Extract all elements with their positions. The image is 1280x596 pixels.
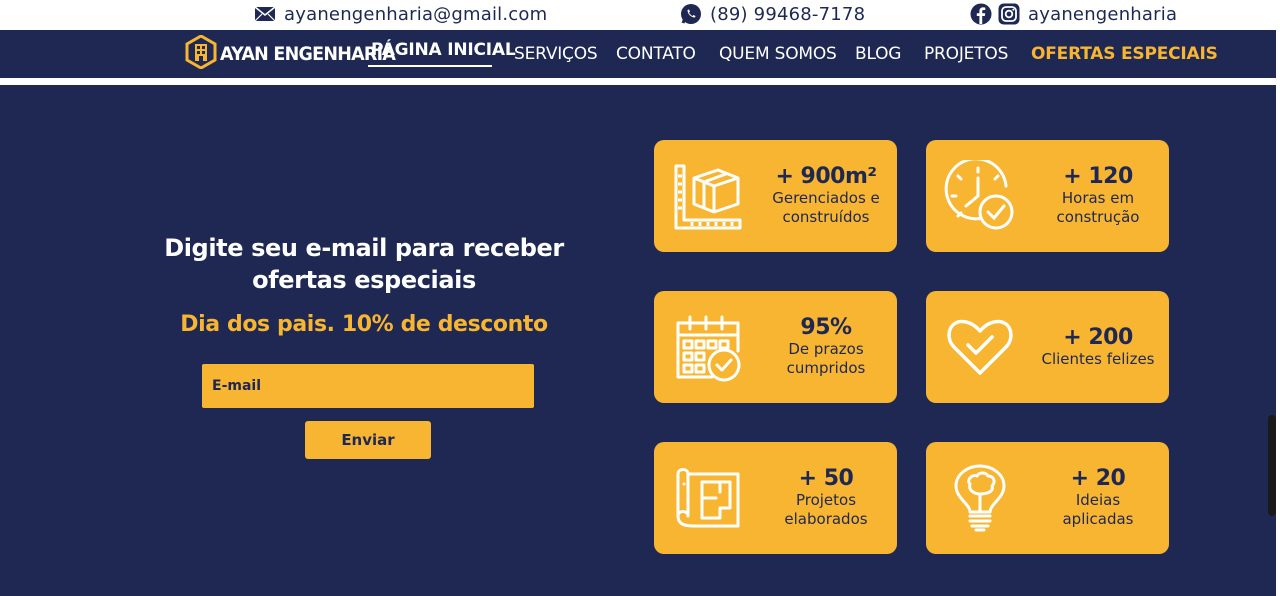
stat-card-deadlines: 95% De prazos cumpridos bbox=[654, 291, 897, 403]
social-links: ayanengenharia bbox=[970, 3, 1177, 25]
heart-check-icon bbox=[944, 311, 1016, 383]
stat-label: Clientes felizes bbox=[1041, 349, 1155, 368]
cube-plan-icon bbox=[672, 160, 744, 232]
social-handle: ayanengenharia bbox=[1028, 3, 1178, 25]
nav-contact[interactable]: CONTATO bbox=[616, 44, 696, 64]
nav-blog[interactable]: BLOG bbox=[855, 44, 901, 64]
envelope-icon bbox=[254, 6, 276, 22]
lightbulb-icon bbox=[944, 462, 1016, 534]
calendar-check-icon bbox=[672, 311, 744, 383]
nav-home[interactable]: PÁGINA INICIAL bbox=[371, 40, 516, 60]
submit-button[interactable]: Enviar bbox=[305, 421, 431, 459]
contact-phone-text: (89) 99468-7178 bbox=[710, 3, 866, 25]
stat-label: Ideias aplicadas bbox=[1062, 491, 1134, 528]
whatsapp-icon bbox=[680, 3, 702, 25]
nav-about[interactable]: QUEM SOMOS bbox=[719, 44, 837, 64]
stat-card-area: + 900m² Gerenciados e construídos bbox=[654, 140, 897, 252]
contact-email-text: ayanengenharia@gmail.com bbox=[284, 3, 548, 25]
signup-heading: Digite seu e-mail para receber ofertas e… bbox=[164, 234, 564, 294]
stat-card-hours: + 120 Horas em construção bbox=[926, 140, 1169, 252]
stat-card-ideas: + 20 Ideias aplicadas bbox=[926, 442, 1169, 554]
stat-label: Horas em construção bbox=[1056, 189, 1140, 226]
scrollbar-thumb[interactable] bbox=[1268, 415, 1276, 516]
stat-card-clients: + 200 Clientes felizes bbox=[926, 291, 1169, 403]
logo-text: AYAN ENGENHARIA bbox=[220, 43, 396, 65]
stat-value: + 20 bbox=[1070, 466, 1126, 491]
instagram-icon[interactable] bbox=[998, 3, 1020, 25]
clock-check-icon bbox=[944, 160, 1016, 232]
stat-label: Projetos elaborados bbox=[784, 491, 868, 528]
nav-special-offers[interactable]: OFERTAS ESPECIAIS bbox=[1031, 44, 1218, 64]
stat-value: + 900m² bbox=[775, 164, 877, 189]
logo-hexagon-icon bbox=[185, 34, 217, 73]
scrollbar-track bbox=[1276, 30, 1280, 596]
nav-projects[interactable]: PROJETOS bbox=[924, 44, 1008, 64]
contact-email[interactable]: ayanengenharia@gmail.com bbox=[254, 3, 547, 25]
nav-services[interactable]: SERVIÇOS bbox=[514, 44, 598, 64]
nav-divider bbox=[0, 78, 1280, 85]
stat-label: Gerenciados e construídos bbox=[772, 189, 880, 226]
active-nav-indicator bbox=[368, 65, 492, 67]
stat-value: + 120 bbox=[1063, 164, 1133, 189]
stat-card-projects: + 50 Projetos elaborados bbox=[654, 442, 897, 554]
promo-text: Dia dos pais. 10% de desconto bbox=[180, 312, 548, 337]
stat-value: 95% bbox=[800, 315, 852, 340]
email-field[interactable] bbox=[202, 364, 534, 408]
contact-bar: ayanengenharia@gmail.com (89) 99468-7178… bbox=[0, 0, 1280, 30]
blueprint-icon bbox=[672, 462, 744, 534]
facebook-icon[interactable] bbox=[970, 3, 992, 25]
stat-value: + 200 bbox=[1063, 324, 1133, 350]
contact-phone[interactable]: (89) 99468-7178 bbox=[680, 3, 865, 25]
main-nav: AYAN ENGENHARIA PÁGINA INICIAL SERVIÇOS … bbox=[0, 30, 1280, 78]
stat-label: De prazos cumpridos bbox=[786, 340, 866, 377]
stat-value: + 50 bbox=[798, 466, 854, 491]
